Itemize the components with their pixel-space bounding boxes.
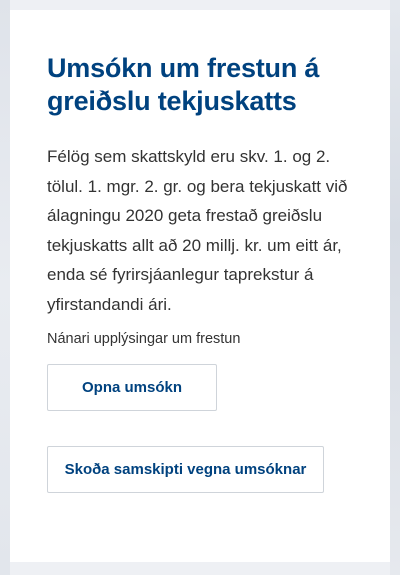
card-description: Félög sem skattskyld eru skv. 1. og 2. t… [47,147,348,314]
application-card: Umsókn um frestun á greiðslu tekjuskatts… [10,10,390,562]
background-left [0,0,10,575]
view-correspondence-button[interactable]: Skoða samskipti vegna umsóknar [47,446,324,493]
open-application-button[interactable]: Opna umsókn [47,364,217,411]
background-right [390,0,400,575]
more-info-text: Nánari upplýsingar um frestun [47,331,241,347]
card-title: Umsókn um frestun á greiðslu tekjuskatts [47,53,320,116]
